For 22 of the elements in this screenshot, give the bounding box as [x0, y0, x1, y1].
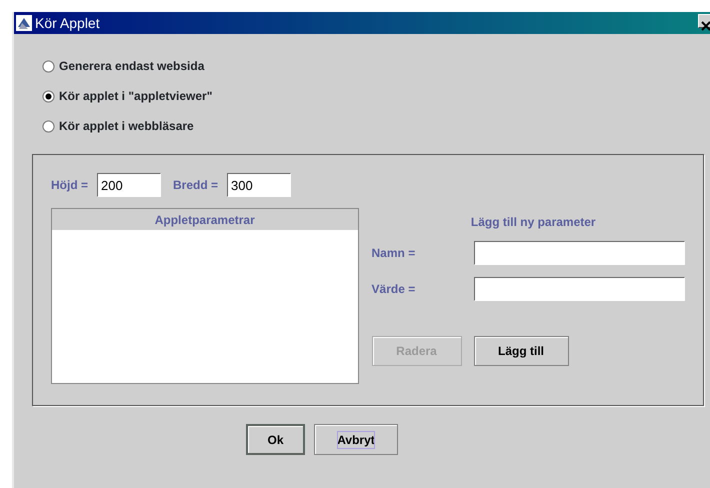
value-field[interactable]: [474, 277, 685, 301]
ok-button[interactable]: Ok: [246, 424, 305, 455]
radio-button[interactable]: [42, 60, 55, 72]
add-button[interactable]: Lägg till: [474, 336, 569, 366]
radio-label: Kör applet i webbläsare: [59, 118, 194, 135]
height-label: Höjd =: [51, 177, 88, 194]
height-field[interactable]: 200: [97, 173, 162, 197]
radio-button[interactable]: [42, 120, 55, 132]
table-header: Appletparametrar: [52, 209, 358, 231]
app-icon: [16, 15, 32, 31]
window-title: Kör Applet: [35, 14, 100, 33]
cancel-button[interactable]: Avbryt: [314, 424, 398, 455]
name-label: Namn =: [372, 245, 416, 262]
radio-label: Kör applet i "appletviewer": [59, 88, 212, 105]
radio-button[interactable]: [42, 90, 55, 102]
radio-label: Generera endast websida: [59, 58, 204, 75]
width-field[interactable]: 300: [227, 173, 292, 197]
close-button[interactable]: [698, 14, 710, 28]
width-label: Bredd =: [173, 177, 218, 194]
name-field[interactable]: [474, 241, 685, 265]
value-label: Värde =: [372, 281, 416, 298]
section-heading: Lägg till ny parameter: [470, 214, 597, 231]
